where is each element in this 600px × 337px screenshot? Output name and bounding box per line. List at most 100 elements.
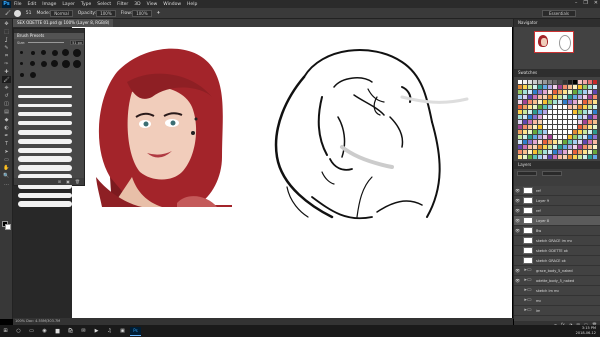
color-swatch[interactable] bbox=[568, 105, 572, 109]
color-swatch[interactable] bbox=[548, 155, 552, 159]
color-swatch[interactable] bbox=[578, 105, 582, 109]
color-swatch[interactable] bbox=[553, 115, 557, 119]
color-swatch[interactable] bbox=[548, 100, 552, 104]
color-swatch[interactable] bbox=[568, 80, 572, 84]
color-swatch[interactable] bbox=[518, 140, 522, 144]
color-swatch[interactable] bbox=[543, 125, 547, 129]
color-swatch[interactable] bbox=[593, 105, 597, 109]
new-preset-icon[interactable]: ⊞ bbox=[58, 179, 61, 184]
color-swatch[interactable] bbox=[543, 110, 547, 114]
brush-preset-stroke[interactable] bbox=[18, 200, 80, 208]
color-swatch[interactable] bbox=[538, 135, 542, 139]
color-swatch[interactable] bbox=[533, 150, 537, 154]
document-tab[interactable]: SEX ODETTE 01.psd @ 100% (Layer 8, RGB/8… bbox=[13, 19, 114, 27]
color-swatch[interactable] bbox=[558, 115, 562, 119]
color-swatch[interactable] bbox=[543, 100, 547, 104]
color-swatch[interactable] bbox=[578, 150, 582, 154]
brush-tool-icon[interactable]: 🖌 bbox=[5, 11, 11, 16]
color-swatch[interactable] bbox=[518, 85, 522, 89]
color-swatch[interactable] bbox=[563, 105, 567, 109]
color-swatch[interactable] bbox=[573, 85, 577, 89]
color-swatch[interactable] bbox=[538, 90, 542, 94]
color-swatch[interactable] bbox=[558, 155, 562, 159]
color-swatch[interactable] bbox=[573, 140, 577, 144]
color-swatch[interactable] bbox=[593, 85, 597, 89]
brush-panel-icon[interactable]: ▣ bbox=[66, 179, 70, 184]
color-swatch[interactable] bbox=[583, 125, 587, 129]
color-swatch[interactable] bbox=[593, 135, 597, 139]
menu-layer[interactable]: Layer bbox=[62, 2, 75, 7]
color-swatch[interactable] bbox=[593, 100, 597, 104]
color-swatch[interactable] bbox=[538, 80, 542, 84]
color-swatch[interactable] bbox=[518, 90, 522, 94]
marquee-icon[interactable]: ⬚ bbox=[2, 28, 11, 35]
color-swatch[interactable] bbox=[583, 155, 587, 159]
brush-preset-stroke[interactable] bbox=[18, 119, 80, 127]
color-swatch[interactable] bbox=[568, 145, 572, 149]
color-swatch[interactable] bbox=[563, 120, 567, 124]
color-swatch[interactable] bbox=[568, 95, 572, 99]
color-swatch[interactable] bbox=[528, 155, 532, 159]
color-swatch[interactable] bbox=[543, 150, 547, 154]
media-icon[interactable]: ▶ bbox=[91, 327, 102, 336]
color-swatch[interactable] bbox=[568, 135, 572, 139]
color-swatch[interactable] bbox=[583, 150, 587, 154]
color-swatch[interactable] bbox=[523, 95, 527, 99]
mail-icon[interactable]: ✉ bbox=[78, 327, 89, 336]
color-swatch[interactable] bbox=[588, 115, 592, 119]
color-swatch[interactable] bbox=[588, 90, 592, 94]
brush-tip[interactable] bbox=[17, 59, 26, 68]
color-swatch[interactable] bbox=[568, 155, 572, 159]
brush-preset-stroke[interactable] bbox=[18, 110, 80, 118]
tab-layers[interactable]: Layers bbox=[514, 161, 600, 169]
layer-row[interactable]: ▸▭ im bbox=[514, 306, 600, 316]
color-swatch[interactable] bbox=[563, 155, 567, 159]
color-swatch[interactable] bbox=[543, 80, 547, 84]
brush-tip[interactable] bbox=[72, 48, 81, 57]
color-swatch[interactable] bbox=[558, 110, 562, 114]
color-swatch[interactable] bbox=[523, 100, 527, 104]
visibility-eye-icon[interactable]: 👁 bbox=[514, 228, 521, 233]
color-swatch[interactable] bbox=[528, 90, 532, 94]
color-swatch[interactable] bbox=[588, 155, 592, 159]
color-swatch[interactable] bbox=[563, 130, 567, 134]
color-swatch[interactable] bbox=[593, 80, 597, 84]
color-swatch[interactable] bbox=[543, 95, 547, 99]
brush-tip[interactable] bbox=[17, 48, 26, 57]
menu-view[interactable]: View bbox=[147, 2, 158, 7]
color-swatch[interactable] bbox=[583, 135, 587, 139]
color-swatch[interactable] bbox=[578, 85, 582, 89]
color-swatch[interactable] bbox=[593, 120, 597, 124]
document-canvas[interactable] bbox=[72, 27, 512, 319]
color-swatch[interactable] bbox=[528, 100, 532, 104]
color-swatch[interactable] bbox=[553, 85, 557, 89]
clone-stamp-icon[interactable]: ⎈ bbox=[2, 84, 11, 91]
color-swatch[interactable] bbox=[583, 90, 587, 94]
color-swatch[interactable] bbox=[538, 95, 542, 99]
blur-icon[interactable]: ◆ bbox=[2, 116, 11, 123]
color-swatch[interactable] bbox=[568, 125, 572, 129]
color-swatch[interactable] bbox=[533, 100, 537, 104]
color-swatch[interactable] bbox=[568, 115, 572, 119]
color-swatch[interactable] bbox=[578, 95, 582, 99]
color-swatch[interactable] bbox=[553, 150, 557, 154]
color-swatch[interactable] bbox=[518, 115, 522, 119]
color-swatch[interactable] bbox=[553, 100, 557, 104]
menu-edit[interactable]: Edit bbox=[28, 2, 37, 7]
color-swatch[interactable] bbox=[573, 155, 577, 159]
color-swatch[interactable] bbox=[573, 125, 577, 129]
layer-row[interactable]: ▸▭ mc bbox=[514, 296, 600, 306]
color-swatch[interactable] bbox=[588, 140, 592, 144]
color-swatch[interactable] bbox=[523, 145, 527, 149]
color-swatch[interactable] bbox=[523, 110, 527, 114]
color-swatch[interactable] bbox=[553, 90, 557, 94]
color-swatch[interactable] bbox=[533, 125, 537, 129]
healing-icon[interactable]: ✚ bbox=[2, 68, 11, 75]
color-swatch[interactable] bbox=[543, 145, 547, 149]
menu-select[interactable]: Select bbox=[97, 2, 111, 7]
color-swatch[interactable] bbox=[578, 125, 582, 129]
color-swatch[interactable] bbox=[518, 145, 522, 149]
minimize-icon[interactable]: – bbox=[575, 0, 578, 6]
color-swatch[interactable] bbox=[568, 100, 572, 104]
color-swatch[interactable] bbox=[578, 100, 582, 104]
